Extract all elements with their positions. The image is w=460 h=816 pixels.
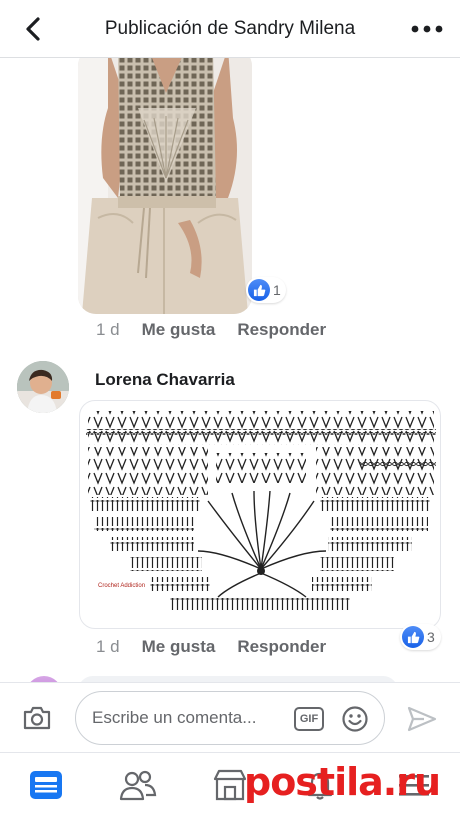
comment-actions: 1 d Me gusta Responder: [96, 320, 326, 340]
avatar-photo: [17, 361, 69, 413]
top-bar: Publicación de Sandry Milena: [0, 0, 460, 58]
emoji-button[interactable]: [341, 705, 369, 733]
page-title: Publicación de Sandry Milena: [104, 18, 356, 39]
reaction-count: 3: [427, 629, 435, 645]
comment-actions: 1 d Me gusta Responder: [96, 637, 326, 657]
camera-icon: [23, 706, 51, 730]
comment-timestamp[interactable]: 1 d: [96, 320, 120, 340]
like-button[interactable]: Me gusta: [142, 637, 216, 657]
like-button[interactable]: Me gusta: [142, 320, 216, 340]
crochet-diagram-image[interactable]: Crochet Addiction: [79, 400, 441, 629]
comment-photo[interactable]: [78, 58, 252, 314]
comment-author[interactable]: Lorena Chavarria: [95, 370, 235, 390]
tab-friends[interactable]: [116, 765, 160, 805]
send-button[interactable]: [406, 705, 438, 733]
comment-timestamp[interactable]: 1 d: [96, 637, 120, 657]
comment-composer: GIF: [0, 682, 460, 752]
crochet-top-photo: [78, 58, 252, 314]
like-reaction-icon: [402, 626, 424, 648]
avatar[interactable]: [17, 361, 69, 413]
smiley-icon: [342, 706, 368, 732]
comment-input-wrapper: GIF: [75, 691, 385, 745]
back-button[interactable]: [18, 14, 48, 44]
site-watermark: postila.ru: [244, 760, 441, 804]
comments-feed[interactable]: 1 1 d Me gusta Responder Lorena Chavarri…: [0, 58, 460, 682]
reply-button[interactable]: Responder: [237, 320, 326, 340]
reply-button[interactable]: Responder: [237, 637, 326, 657]
like-reaction-icon: [248, 279, 270, 301]
chevron-left-icon: [26, 17, 40, 41]
marketplace-icon: [213, 769, 247, 801]
feed-icon: [30, 771, 62, 799]
friends-icon: [119, 770, 157, 801]
more-dots-icon: [411, 25, 443, 33]
more-options-button[interactable]: [410, 16, 444, 42]
reaction-summary[interactable]: 1: [246, 277, 286, 303]
crochet-chart-graphic: Crochet Addiction: [86, 411, 436, 611]
gif-button[interactable]: GIF: [294, 707, 324, 731]
diagram-watermark: Crochet Addiction: [98, 583, 145, 589]
reaction-summary[interactable]: 3: [400, 624, 441, 650]
comment-input[interactable]: [92, 706, 282, 730]
reaction-count: 1: [273, 282, 281, 298]
send-icon: [407, 706, 437, 732]
tab-feed[interactable]: [24, 765, 68, 805]
camera-button[interactable]: [22, 705, 52, 731]
